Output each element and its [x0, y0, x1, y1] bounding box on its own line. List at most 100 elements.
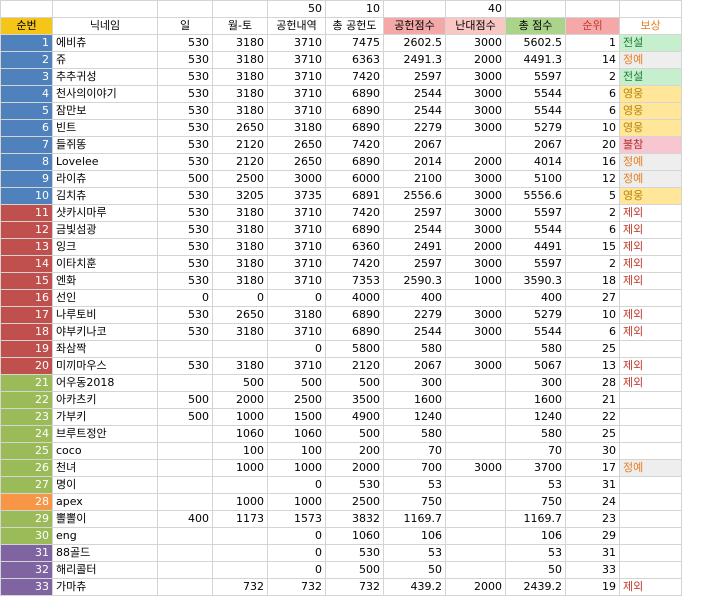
value-cell[interactable]: 530 — [157, 34, 213, 52]
value-cell[interactable]: 530 — [157, 272, 213, 290]
value-cell[interactable]: 1000 — [212, 493, 268, 511]
column-header[interactable]: 월-토 — [212, 17, 268, 35]
value-cell[interactable]: 1060 — [212, 425, 268, 443]
value-cell[interactable]: 2590.3 — [383, 272, 446, 290]
value-cell[interactable]: 5597 — [505, 255, 566, 273]
value-cell[interactable]: 732 — [212, 578, 268, 596]
value-cell[interactable]: 2000 — [445, 153, 506, 171]
value-cell[interactable]: 3710 — [267, 221, 326, 239]
reward-cell[interactable]: 제외 — [619, 374, 682, 392]
reward-cell[interactable]: 제외 — [619, 204, 682, 222]
value-cell[interactable]: 750 — [383, 493, 446, 511]
column-header[interactable]: 공헌점수 — [383, 17, 446, 35]
value-cell[interactable]: 530 — [157, 204, 213, 222]
value-cell[interactable]: 1240 — [505, 408, 566, 426]
value-cell[interactable]: 2 — [565, 255, 620, 273]
value-cell[interactable]: 3000 — [445, 221, 506, 239]
top-row-cell[interactable] — [619, 0, 682, 18]
row-index-cell[interactable]: 21 — [0, 374, 53, 392]
value-cell[interactable]: 6 — [565, 221, 620, 239]
value-cell[interactable] — [157, 340, 213, 358]
value-cell[interactable]: 1500 — [267, 408, 326, 426]
value-cell[interactable]: 732 — [325, 578, 384, 596]
nickname-cell[interactable]: 야부키나코 — [52, 323, 158, 341]
value-cell[interactable]: 1573 — [267, 510, 326, 528]
value-cell[interactable] — [445, 289, 506, 307]
row-index-cell[interactable]: 26 — [0, 459, 53, 477]
value-cell[interactable]: 530 — [157, 238, 213, 256]
reward-cell[interactable]: 전설 — [619, 68, 682, 86]
value-cell[interactable]: 6890 — [325, 119, 384, 137]
top-row-cell[interactable] — [383, 0, 446, 18]
value-cell[interactable]: 530 — [157, 357, 213, 375]
nickname-cell[interactable]: 엔화 — [52, 272, 158, 290]
top-row-cell[interactable] — [52, 0, 158, 18]
value-cell[interactable] — [445, 374, 506, 392]
value-cell[interactable]: 2067 — [505, 136, 566, 154]
row-index-cell[interactable]: 4 — [0, 85, 53, 103]
column-header[interactable]: 난대점수 — [445, 17, 506, 35]
value-cell[interactable]: 2556.6 — [383, 187, 446, 205]
value-cell[interactable]: 3180 — [212, 204, 268, 222]
row-index-cell[interactable]: 7 — [0, 136, 53, 154]
row-index-cell[interactable]: 3 — [0, 68, 53, 86]
value-cell[interactable] — [212, 527, 268, 545]
value-cell[interactable]: 732 — [267, 578, 326, 596]
nickname-cell[interactable]: 브루트정안 — [52, 425, 158, 443]
value-cell[interactable]: 1600 — [383, 391, 446, 409]
value-cell[interactable]: 10 — [565, 119, 620, 137]
value-cell[interactable]: 50 — [383, 561, 446, 579]
value-cell[interactable] — [445, 510, 506, 528]
column-header[interactable]: 일 — [157, 17, 213, 35]
value-cell[interactable]: 24 — [565, 493, 620, 511]
value-cell[interactable]: 500 — [157, 391, 213, 409]
value-cell[interactable]: 2000 — [445, 238, 506, 256]
row-index-cell[interactable]: 33 — [0, 578, 53, 596]
value-cell[interactable]: 2650 — [212, 119, 268, 137]
value-cell[interactable]: 3710 — [267, 357, 326, 375]
value-cell[interactable]: 5544 — [505, 221, 566, 239]
value-cell[interactable]: 3180 — [212, 357, 268, 375]
nickname-cell[interactable]: eng — [52, 527, 158, 545]
value-cell[interactable]: 1 — [565, 34, 620, 52]
value-cell[interactable]: 2602.5 — [383, 34, 446, 52]
value-cell[interactable]: 3735 — [267, 187, 326, 205]
value-cell[interactable]: 106 — [383, 527, 446, 545]
value-cell[interactable]: 2000 — [212, 391, 268, 409]
nickname-cell[interactable]: 가부키 — [52, 408, 158, 426]
value-cell[interactable]: 3180 — [212, 51, 268, 69]
reward-cell[interactable] — [619, 544, 682, 562]
row-index-cell[interactable]: 20 — [0, 357, 53, 375]
reward-cell[interactable] — [619, 442, 682, 460]
value-cell[interactable]: 53 — [505, 476, 566, 494]
value-cell[interactable]: 53 — [383, 476, 446, 494]
value-cell[interactable] — [157, 578, 213, 596]
value-cell[interactable]: 3000 — [267, 170, 326, 188]
row-index-cell[interactable]: 14 — [0, 255, 53, 273]
nickname-cell[interactable]: 잉크 — [52, 238, 158, 256]
value-cell[interactable]: 6360 — [325, 238, 384, 256]
top-row-cell[interactable] — [565, 0, 620, 18]
value-cell[interactable]: 2279 — [383, 306, 446, 324]
value-cell[interactable]: 100 — [212, 442, 268, 460]
value-cell[interactable]: 3180 — [212, 102, 268, 120]
top-row-cell[interactable] — [0, 0, 53, 18]
value-cell[interactable]: 5067 — [505, 357, 566, 375]
value-cell[interactable]: 5602.5 — [505, 34, 566, 52]
row-index-cell[interactable]: 25 — [0, 442, 53, 460]
value-cell[interactable]: 2500 — [267, 391, 326, 409]
value-cell[interactable]: 3710 — [267, 102, 326, 120]
row-index-cell[interactable]: 32 — [0, 561, 53, 579]
value-cell[interactable]: 23 — [565, 510, 620, 528]
value-cell[interactable]: 6890 — [325, 102, 384, 120]
value-cell[interactable]: 2500 — [212, 170, 268, 188]
value-cell[interactable] — [445, 527, 506, 545]
value-cell[interactable]: 2491.3 — [383, 51, 446, 69]
value-cell[interactable]: 5279 — [505, 119, 566, 137]
value-cell[interactable] — [445, 136, 506, 154]
nickname-cell[interactable]: 라이츄 — [52, 170, 158, 188]
value-cell[interactable]: 106 — [505, 527, 566, 545]
value-cell[interactable]: 18 — [565, 272, 620, 290]
top-row-cell[interactable] — [157, 0, 213, 18]
row-index-cell[interactable]: 19 — [0, 340, 53, 358]
